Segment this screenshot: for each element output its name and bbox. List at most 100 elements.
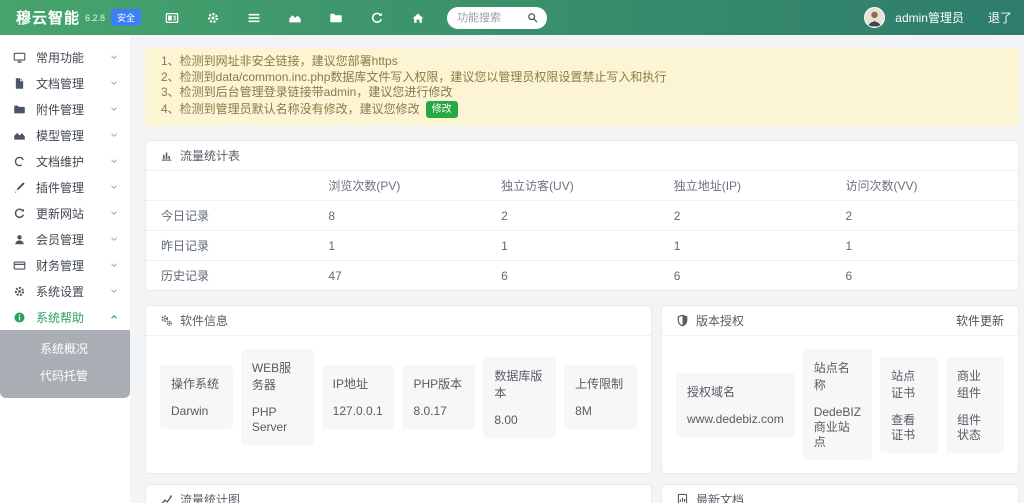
table-cell: 1 xyxy=(659,231,831,261)
sidebar-item-common[interactable]: 常用功能 xyxy=(0,44,130,70)
software-update-link[interactable]: 软件更新 xyxy=(956,312,1004,329)
info-box-php: PHP版本 8.0.17 xyxy=(402,365,475,429)
sidebar-item-label: 文档维护 xyxy=(36,153,109,170)
search-input[interactable] xyxy=(457,12,527,24)
info-label: 数据库版本 xyxy=(494,367,545,401)
area-chart-icon[interactable] xyxy=(288,11,302,25)
username-label[interactable]: admin管理员 xyxy=(895,9,964,26)
info-icon xyxy=(13,311,26,324)
security-badge[interactable]: 安全 xyxy=(111,9,141,26)
sidebar-item-models[interactable]: 模型管理 xyxy=(0,122,130,148)
sidebar-item-members[interactable]: 会员管理 xyxy=(0,226,130,252)
sidebar-item-maintenance[interactable]: 文档维护 xyxy=(0,148,130,174)
card-title: 软件信息 xyxy=(180,312,228,329)
warning-line: 2、检测到data/common.inc.php数据库文件写入权限，建议您以管理… xyxy=(161,70,1003,86)
logout-link[interactable]: 退了 xyxy=(988,9,1012,26)
sidebar: 常用功能 文档管理 附件管理 模型管理 文档维护 插件管理 xyxy=(0,35,130,503)
folder-icon[interactable] xyxy=(329,11,343,25)
chevron-down-icon xyxy=(109,52,119,62)
sidebar-item-help[interactable]: 系统帮助 xyxy=(0,304,130,330)
warning-text: 1、检测到网址非安全链接，建议您部署https xyxy=(161,54,398,70)
table-cell: 2 xyxy=(830,201,1018,231)
user-icon xyxy=(13,233,26,246)
sidebar-item-settings[interactable]: 系统设置 xyxy=(0,278,130,304)
sidebar-item-code-hosting[interactable]: 代码托管 xyxy=(0,363,130,390)
table-cell: 1 xyxy=(486,231,659,261)
line-chart-icon xyxy=(160,493,173,503)
sidebar-item-label: 插件管理 xyxy=(36,179,109,196)
license-card: 版本授权 软件更新 授权域名 www.dedebiz.com 站点名称 Dede… xyxy=(661,305,1019,474)
card-header: 最新文档 xyxy=(662,485,1018,503)
software-info-body: 操作系统 Darwin WEB服务器 PHP Server IP地址 127.0… xyxy=(146,336,651,458)
license-body: 授权域名 www.dedebiz.com 站点名称 DedeBIZ商业站点 站点… xyxy=(662,336,1018,473)
refresh-icon[interactable] xyxy=(370,11,384,25)
traffic-table: 浏览次数(PV) 独立访客(UV) 独立地址(IP) 访问次数(VV) 今日记录… xyxy=(146,171,1018,290)
document-chart-icon xyxy=(676,493,689,503)
info-label: IP地址 xyxy=(333,375,384,392)
fix-button[interactable]: 修改 xyxy=(426,101,458,119)
card-title: 流量统计图 xyxy=(180,491,240,503)
info-value: Darwin xyxy=(171,404,222,419)
warning-line: 3、检测到后台管理登录链接带admin，建议您进行修改 xyxy=(161,85,1003,101)
sidebar-item-update-site[interactable]: 更新网站 xyxy=(0,200,130,226)
info-label: 站点证书 xyxy=(891,367,927,401)
refresh-icon xyxy=(13,207,26,220)
warning-text: 2、检测到data/common.inc.php数据库文件写入权限，建议您以管理… xyxy=(161,70,666,86)
gears-icon xyxy=(160,314,173,327)
sidebar-item-documents[interactable]: 文档管理 xyxy=(0,70,130,96)
info-box-upload: 上传限制 8M xyxy=(564,365,637,429)
chevron-down-icon xyxy=(109,104,119,114)
panel-icon[interactable] xyxy=(165,11,179,25)
table-header-cell: 独立访客(UV) xyxy=(486,171,659,201)
gear-icon xyxy=(13,285,26,298)
table-cell: 47 xyxy=(313,261,486,291)
row-label: 历史记录 xyxy=(146,261,313,291)
sidebar-item-finance[interactable]: 财务管理 xyxy=(0,252,130,278)
table-row: 今日记录 8 2 2 2 xyxy=(146,201,1018,231)
info-box-db: 数据库版本 8.00 xyxy=(483,357,556,438)
gear-icon[interactable] xyxy=(206,11,220,25)
table-header-cell: 独立地址(IP) xyxy=(659,171,831,201)
table-header-row: 浏览次数(PV) 独立访客(UV) 独立地址(IP) 访问次数(VV) xyxy=(146,171,1018,201)
header-user-area: admin管理员 退了 xyxy=(864,7,1012,28)
table-cell: 6 xyxy=(659,261,831,291)
sidebar-item-label: 模型管理 xyxy=(36,127,109,144)
card-title: 版本授权 xyxy=(696,312,744,329)
desktop-icon xyxy=(13,51,26,64)
folder-icon xyxy=(13,103,26,116)
sidebar-item-label: 常用功能 xyxy=(36,49,109,66)
shield-icon xyxy=(676,314,689,327)
table-header-cell xyxy=(146,171,313,201)
latest-docs-card: 最新文档 这是一篇测试文章60000 2023-05-15 这是一篇测试文章59… xyxy=(661,484,1019,503)
home-icon[interactable] xyxy=(411,11,425,25)
menu-icon[interactable] xyxy=(247,11,261,25)
table-header-cell: 浏览次数(PV) xyxy=(313,171,486,201)
chevron-down-icon xyxy=(109,182,119,192)
ring-icon xyxy=(13,155,26,168)
table-cell: 1 xyxy=(830,231,1018,261)
component-status-link[interactable]: 组件状态 xyxy=(957,413,993,443)
sidebar-submenu-help: 系统概况 代码托管 xyxy=(0,330,130,398)
info-label: 操作系统 xyxy=(171,375,222,392)
card-header: 软件信息 xyxy=(146,306,651,336)
sidebar-item-attachments[interactable]: 附件管理 xyxy=(0,96,130,122)
license-box-components: 商业组件 组件状态 xyxy=(946,357,1004,453)
top-header: 穆云智能 6.2.8 安全 admin管理员 退了 xyxy=(0,0,1024,35)
card-title: 流量统计表 xyxy=(180,147,240,164)
table-cell: 2 xyxy=(659,201,831,231)
info-value: PHP Server xyxy=(252,405,303,435)
app-logo: 穆云智能 xyxy=(16,7,80,28)
info-value: 8M xyxy=(575,404,626,419)
user-avatar[interactable] xyxy=(864,7,885,28)
view-cert-link[interactable]: 查看证书 xyxy=(891,413,927,443)
sidebar-item-system-overview[interactable]: 系统概况 xyxy=(0,336,130,363)
sidebar-item-plugins[interactable]: 插件管理 xyxy=(0,174,130,200)
traffic-stats-card: 流量统计表 浏览次数(PV) 独立访客(UV) 独立地址(IP) 访问次数(VV… xyxy=(145,140,1019,291)
warning-text: 3、检测到后台管理登录链接带admin，建议您进行修改 xyxy=(161,85,452,101)
function-search[interactable] xyxy=(447,7,547,29)
search-icon[interactable] xyxy=(527,12,538,23)
pen-icon xyxy=(13,181,26,194)
area-chart-icon xyxy=(13,129,26,142)
chevron-down-icon xyxy=(109,208,119,218)
sidebar-item-label: 更新网站 xyxy=(36,205,109,222)
